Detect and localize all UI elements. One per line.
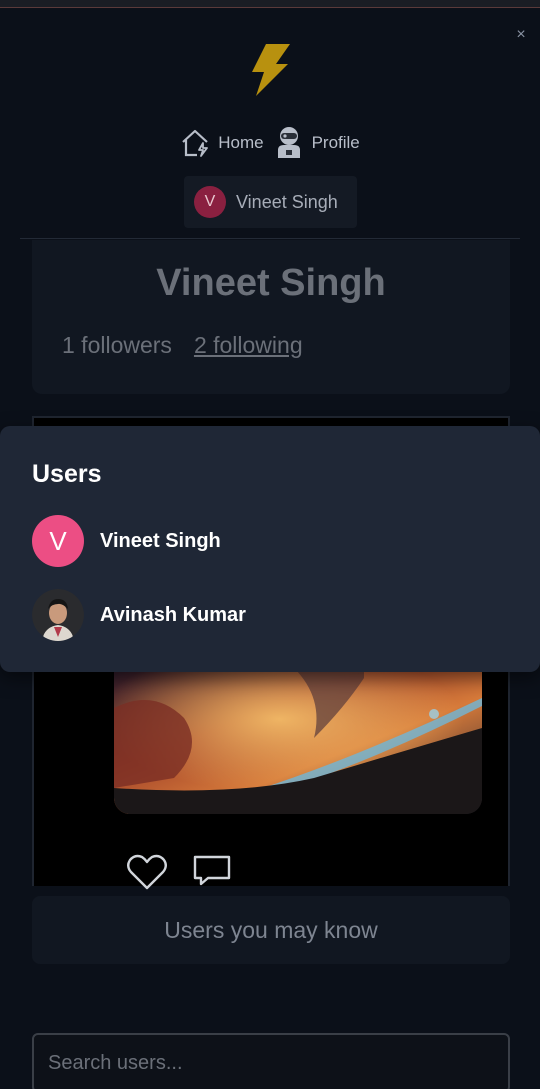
- nav-profile[interactable]: Profile: [274, 126, 360, 160]
- close-icon[interactable]: ×: [512, 26, 530, 44]
- nav-home-label: Home: [218, 133, 264, 152]
- top-border: [0, 0, 540, 8]
- current-user-chip[interactable]: V Vineet Singh: [184, 176, 357, 228]
- user-list-item[interactable]: Avinash Kumar: [32, 589, 246, 641]
- like-heart-icon[interactable]: [126, 854, 168, 890]
- avatar: V: [194, 186, 226, 218]
- users-you-may-know[interactable]: Users you may know: [32, 896, 510, 964]
- robot-avatar-icon: [277, 127, 300, 158]
- profile-card: Vineet Singh 1 followers 2 following: [32, 240, 510, 394]
- avatar: V: [32, 515, 84, 567]
- main-nav: Home Profile: [0, 126, 540, 160]
- comment-icon[interactable]: [192, 854, 232, 886]
- followers-count[interactable]: 1 followers: [62, 332, 172, 359]
- user-list-item[interactable]: V Vineet Singh: [32, 515, 221, 567]
- user-name: Avinash Kumar: [100, 603, 246, 626]
- following-link[interactable]: 2 following: [194, 332, 303, 359]
- users-popup: Users V Vineet Singh Avinash Kumar: [0, 426, 540, 672]
- home-icon: [182, 129, 209, 157]
- post-actions: [126, 854, 232, 890]
- users-title: Users: [32, 460, 102, 488]
- nav-home[interactable]: Home: [180, 128, 264, 158]
- current-user-name: Vineet Singh: [236, 191, 338, 212]
- avatar: [32, 589, 84, 641]
- post-image[interactable]: [114, 668, 482, 814]
- user-name: Vineet Singh: [100, 529, 221, 552]
- divider: [20, 238, 520, 239]
- nav-profile-label: Profile: [311, 133, 360, 152]
- profile-title: Vineet Singh: [156, 262, 386, 304]
- search-input[interactable]: [34, 1035, 508, 1089]
- lightning-logo-icon[interactable]: [246, 42, 294, 98]
- follow-stats: 1 followers 2 following: [62, 332, 303, 359]
- search-box: [32, 1033, 510, 1089]
